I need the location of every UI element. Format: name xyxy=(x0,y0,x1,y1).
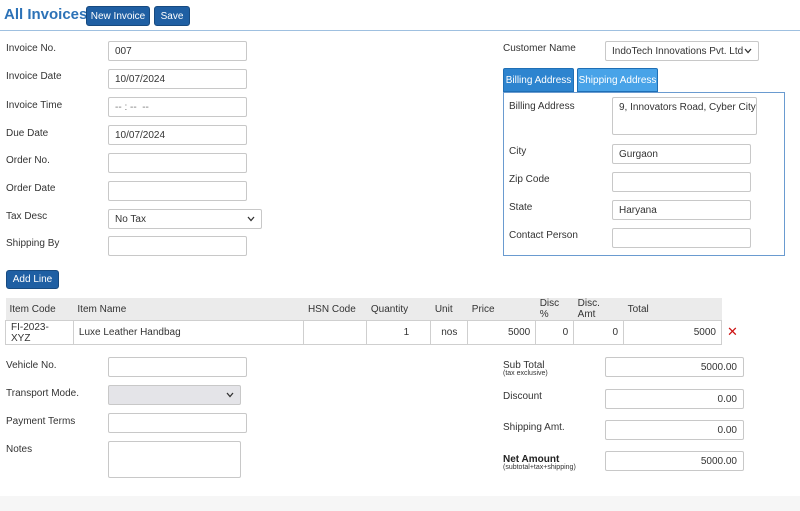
table-header-row: Item Code Item Name HSN Code Quantity Un… xyxy=(5,298,722,321)
zip-code-label: Zip Code xyxy=(509,174,550,185)
billing-address-textarea[interactable]: 9, Innovators Road, Cyber City xyxy=(612,97,757,135)
footer-band xyxy=(0,496,800,511)
tab-shipping-address[interactable]: Shipping Address xyxy=(577,68,658,92)
unit-cell[interactable]: nos xyxy=(430,320,469,345)
invoice-date-input[interactable]: 10/07/2024 xyxy=(108,69,247,89)
chevron-down-icon xyxy=(744,48,752,54)
new-invoice-button[interactable]: New Invoice xyxy=(86,6,150,26)
tab-billing-address[interactable]: Billing Address xyxy=(503,68,574,92)
col-item-code: Item Code xyxy=(5,298,74,321)
order-date-label: Order Date xyxy=(6,183,56,194)
col-total: Total xyxy=(623,298,722,321)
shipping-amt-field[interactable]: 0.00 xyxy=(605,420,744,440)
payment-terms-input[interactable] xyxy=(108,413,247,433)
order-no-input[interactable] xyxy=(108,153,247,173)
vehicle-no-input[interactable] xyxy=(108,357,247,377)
vehicle-no-label: Vehicle No. xyxy=(6,360,57,371)
customer-name-value: IndoTech Innovations Pvt. Ltd xyxy=(612,45,744,57)
tax-desc-value: No Tax xyxy=(115,213,146,225)
invoice-time-label: Invoice Time xyxy=(6,100,63,111)
total-cell[interactable]: 5000 xyxy=(623,320,722,345)
shipping-amt-label: Shipping Amt. xyxy=(503,422,565,433)
discount-field[interactable]: 0.00 xyxy=(605,389,744,409)
item-name-cell[interactable]: Luxe Leather Handbag xyxy=(72,320,305,345)
state-label: State xyxy=(509,202,533,213)
save-button[interactable]: Save xyxy=(154,6,190,26)
shipping-by-input[interactable] xyxy=(108,236,247,256)
sub-total-field[interactable]: 5000.00 xyxy=(605,357,744,377)
state-input[interactable]: Haryana xyxy=(612,200,751,220)
disc-amt-cell[interactable]: 0 xyxy=(573,320,625,345)
customer-name-label: Customer Name xyxy=(503,43,576,54)
page-title: All Invoices xyxy=(4,6,88,23)
payment-terms-label: Payment Terms xyxy=(6,416,76,427)
due-date-label: Due Date xyxy=(6,128,49,139)
invoice-time-input[interactable]: -- : -- -- xyxy=(108,97,247,117)
quantity-cell[interactable]: 1 xyxy=(366,320,432,345)
disc-pct-cell[interactable]: 0 xyxy=(535,320,575,345)
table-row: FI-2023-XYZ Luxe Leather Handbag 1 nos 5… xyxy=(5,320,722,345)
col-quantity: Quantity xyxy=(366,298,431,321)
tax-desc-select[interactable]: No Tax xyxy=(108,209,262,229)
price-cell[interactable]: 5000 xyxy=(467,320,537,345)
shipping-by-label: Shipping By xyxy=(6,238,60,249)
col-item-name: Item Name xyxy=(73,298,304,321)
transport-mode-select[interactable] xyxy=(108,385,241,405)
hsn-code-cell[interactable] xyxy=(303,320,368,345)
item-code-cell[interactable]: FI-2023-XYZ xyxy=(5,320,74,345)
order-no-label: Order No. xyxy=(6,155,50,166)
order-date-input[interactable] xyxy=(108,181,247,201)
sub-total-sublabel: (tax exclusive) xyxy=(503,370,548,377)
chevron-down-icon xyxy=(247,216,255,222)
net-amount-field[interactable]: 5000.00 xyxy=(605,451,744,471)
contact-person-input[interactable] xyxy=(612,228,751,248)
due-date-input[interactable]: 10/07/2024 xyxy=(108,125,247,145)
city-label: City xyxy=(509,146,527,157)
chevron-down-icon xyxy=(226,392,234,398)
header-divider xyxy=(0,30,800,31)
col-price: Price xyxy=(467,298,536,321)
col-disc-amt: Disc. Amt xyxy=(573,298,624,321)
invoice-no-input[interactable]: 007 xyxy=(108,41,247,61)
net-amount-sublabel: (subtotal+tax+shipping) xyxy=(503,464,576,471)
customer-name-select[interactable]: IndoTech Innovations Pvt. Ltd xyxy=(605,41,759,61)
contact-person-label: Contact Person xyxy=(509,230,578,241)
discount-label: Discount xyxy=(503,391,542,402)
line-items-table: Item Code Item Name HSN Code Quantity Un… xyxy=(5,298,722,345)
invoice-no-label: Invoice No. xyxy=(6,43,57,54)
tax-desc-label: Tax Desc xyxy=(6,211,48,222)
billing-address-label: Billing Address xyxy=(509,101,575,112)
notes-label: Notes xyxy=(6,444,33,455)
col-hsn-code: HSN Code xyxy=(303,298,367,321)
zip-code-input[interactable] xyxy=(612,172,751,192)
transport-mode-label: Transport Mode. xyxy=(6,388,79,399)
notes-textarea[interactable] xyxy=(108,441,241,478)
invoice-date-label: Invoice Date xyxy=(6,71,62,82)
col-unit: Unit xyxy=(430,298,468,321)
add-line-button[interactable]: Add Line xyxy=(6,270,59,289)
city-input[interactable]: Gurgaon xyxy=(612,144,751,164)
close-icon[interactable]: ✕ xyxy=(727,324,738,340)
col-disc-pct: Disc % xyxy=(535,298,574,321)
